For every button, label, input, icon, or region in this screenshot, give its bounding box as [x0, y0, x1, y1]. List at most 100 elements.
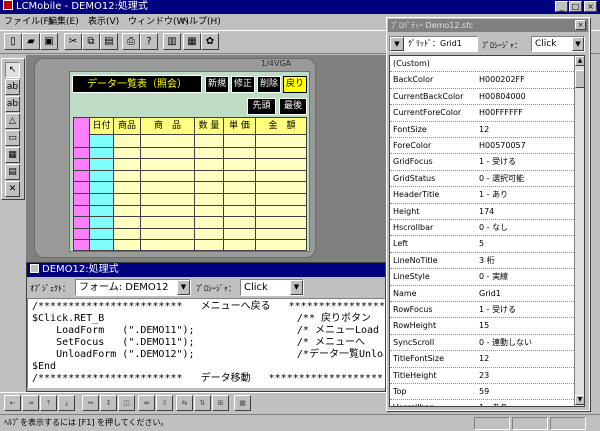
align-right-icon[interactable]: ⇥ [22, 395, 39, 411]
copy-icon[interactable]: ⧉ [82, 33, 100, 50]
property-row[interactable]: Height 174 [390, 204, 574, 220]
property-row[interactable]: RowHeight 15 [390, 318, 574, 335]
property-row[interactable]: CurrentBackColor H00804000 [390, 89, 574, 106]
maximize-button[interactable]: □ [569, 1, 582, 12]
textbox-tool-icon[interactable]: ab [5, 96, 20, 112]
grid-row[interactable] [74, 204, 306, 206]
chevron-down-icon[interactable]: ▼ [290, 280, 303, 295]
properties-scrollbar[interactable]: ▲ ▼ [574, 56, 584, 406]
center-horizontal-icon[interactable]: ⇹ [138, 395, 155, 411]
scroll-thumb[interactable] [575, 70, 584, 88]
property-row[interactable]: Left 5 [390, 236, 574, 253]
code-editor[interactable]: /************************ メニューへ戻る ******… [27, 298, 385, 388]
same-size-icon[interactable]: ◫ [118, 395, 135, 411]
property-row[interactable]: Name Grid1 [390, 286, 574, 302]
grid-tool-icon[interactable]: ▦ [5, 147, 20, 163]
code-line: SetFocus (".DEMO11"); /* メニューへ [32, 337, 365, 348]
close-tool-icon[interactable]: ✕ [5, 181, 20, 197]
property-row[interactable]: LineStyle 0 - 実線 [390, 269, 574, 286]
paste-icon[interactable]: ▤ [100, 33, 118, 50]
chevron-down-icon[interactable]: ▼ [177, 280, 190, 295]
grid-row[interactable] [74, 146, 306, 148]
align-top-icon[interactable]: ⤒ [40, 395, 57, 411]
property-row[interactable]: Top 59 [390, 384, 574, 401]
pointer-icon[interactable]: ↖ [5, 62, 20, 78]
space-vertical-icon[interactable]: ⇅ [194, 395, 211, 411]
property-row[interactable]: GridStatus 0 - 選択可能 [390, 171, 574, 188]
property-row[interactable]: FontSize 12 [390, 122, 574, 138]
property-row[interactable]: HeaderTitle 1 - あり [390, 187, 574, 204]
status-panel-1 [474, 417, 510, 430]
property-row[interactable]: SyncScroll 0 - 連動しない [390, 335, 574, 352]
grid-row[interactable] [74, 216, 306, 218]
triangle-tool-icon[interactable]: △ [5, 113, 20, 129]
property-row[interactable]: TitleFontSize 12 [390, 351, 574, 368]
space-horizontal-icon[interactable]: ⇆ [176, 395, 193, 411]
scroll-down-icon[interactable]: ▼ [575, 395, 584, 405]
properties-object-select[interactable]: ▼ ｸﾞﾘｯﾄﾞ：Grid1 [389, 36, 478, 52]
menu-file[interactable]: ファイル(F) [4, 14, 52, 30]
property-row[interactable]: BackColor H000202FF [390, 72, 574, 89]
properties-icon[interactable]: ▥ [163, 33, 181, 50]
grid-row[interactable] [74, 169, 306, 171]
close-icon[interactable]: × [575, 20, 586, 30]
properties-procedure-select[interactable]: Click ▼ [531, 36, 585, 52]
property-row[interactable]: GridFocus 1 - 受ける [390, 154, 574, 171]
grid-row[interactable] [74, 239, 306, 241]
data-grid[interactable]: 日付 商品 商 品 数 量 単 価 金 額 [73, 117, 307, 251]
menu-view[interactable]: 表示(V) [88, 14, 119, 30]
object-select[interactable]: フォーム: DEMO12 ▼ [75, 279, 191, 296]
property-name: CurrentForeColor [393, 108, 462, 118]
help-icon[interactable]: ? [140, 33, 158, 50]
first-button[interactable]: 先頭 [247, 98, 276, 115]
align-left-icon[interactable]: ⇤ [4, 395, 21, 411]
properties-list[interactable]: (Custom) BackColor H000202FF CurrentBackCo… [389, 55, 585, 407]
object-label: ｵﾌﾞｼﾞｪｸﾄ： [30, 284, 70, 293]
cut-icon[interactable]: ✂ [64, 33, 82, 50]
center-vertical-icon[interactable]: ⇳ [156, 395, 173, 411]
settings-icon[interactable]: ✿ [201, 33, 219, 50]
align-bottom-icon[interactable]: ⤓ [58, 395, 75, 411]
same-width-icon[interactable]: ↔ [82, 395, 99, 411]
grid-row[interactable] [74, 227, 306, 229]
custom-row[interactable]: (Custom) [390, 56, 574, 73]
property-row[interactable]: LineNoTitle 3 桁 [390, 253, 574, 270]
menu-help[interactable]: ヘルプ(H) [180, 14, 221, 30]
property-row[interactable]: ForeColor H00570057 [390, 138, 574, 155]
procedure-select[interactable]: Click ▼ [240, 279, 304, 296]
chevron-down-icon[interactable]: ▼ [572, 37, 584, 51]
scroll-up-icon[interactable]: ▲ [575, 56, 584, 66]
grid-snap-icon[interactable]: ▦ [234, 395, 251, 411]
grid-row[interactable] [74, 158, 306, 160]
list-tool-icon[interactable]: ▤ [5, 164, 20, 180]
menu-edit[interactable]: 編集(E) [48, 14, 79, 30]
chevron-down-icon[interactable]: ▼ [390, 37, 404, 51]
back-button[interactable]: 戻り [283, 76, 307, 93]
label-tool-icon[interactable]: ab [5, 79, 20, 95]
modify-button[interactable]: 修正 [231, 76, 255, 93]
new-button[interactable]: 新規 [205, 76, 229, 93]
order-icon[interactable]: ⊞ [212, 395, 229, 411]
save-icon[interactable]: ▣ [40, 33, 58, 50]
last-button[interactable]: 最後 [279, 98, 307, 115]
same-height-icon[interactable]: ↕ [100, 395, 117, 411]
property-row[interactable]: Vscrollbar 1 - あり [390, 400, 574, 406]
line-tool-icon[interactable]: ▭ [5, 130, 20, 146]
property-name: FontSize [393, 124, 427, 134]
property-name: BackColor [393, 75, 434, 85]
property-row[interactable]: Hscrollbar 0 - なし [390, 220, 574, 237]
print-icon[interactable]: ⎙ [122, 33, 140, 50]
delete-button[interactable]: 削除 [257, 76, 281, 93]
grid-row[interactable] [74, 193, 306, 194]
grid-row[interactable] [74, 181, 306, 183]
property-row[interactable]: TitleHeight 23 [390, 368, 574, 384]
new-file-icon[interactable]: ▯ [4, 33, 22, 50]
status-panel-3 [550, 417, 586, 430]
close-button[interactable]: × [584, 1, 597, 12]
open-folder-icon[interactable]: ▰ [22, 33, 40, 50]
property-row[interactable]: CurrentForeColor H00FFFFFF [390, 105, 574, 122]
property-row[interactable]: RowFocus 1 - 受ける [390, 302, 574, 319]
app-icon [3, 0, 13, 10]
minimize-button[interactable]: _ [555, 1, 568, 12]
grid-icon[interactable]: ▦ [183, 33, 201, 50]
